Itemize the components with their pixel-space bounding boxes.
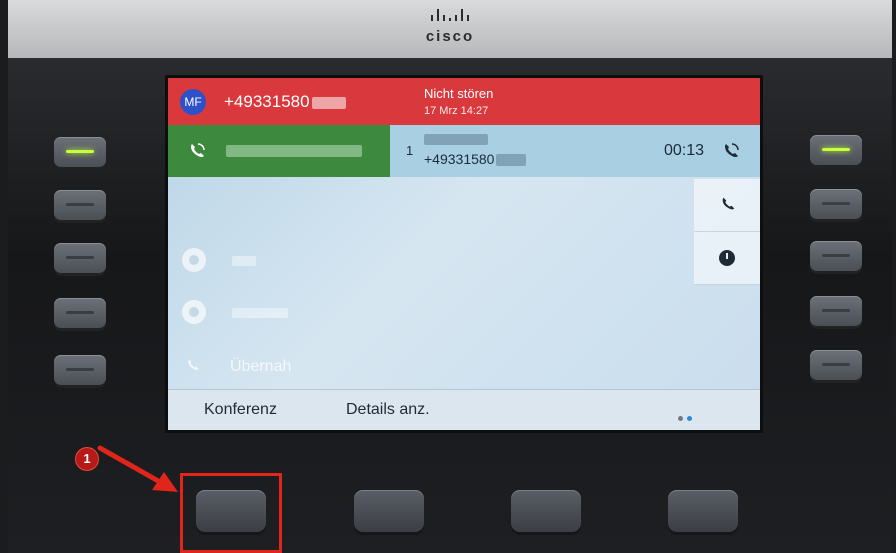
- call-number: +49331580: [424, 151, 527, 167]
- cisco-logo: cisco: [8, 8, 892, 45]
- line-2-label-redacted: [232, 256, 256, 266]
- call-index: 1: [406, 143, 414, 158]
- ring-icon: [182, 300, 206, 324]
- line-3-label-redacted: [232, 308, 288, 318]
- annotation-highlight-box: [180, 473, 282, 553]
- softkey-konferenz[interactable]: Konferenz: [204, 401, 277, 419]
- phone-top-bezel: cisco: [8, 0, 892, 60]
- softkey-button-4[interactable]: [668, 490, 738, 532]
- clock-icon: [719, 250, 735, 266]
- call-active-icon: [191, 143, 205, 158]
- softkey-details[interactable]: Details anz.: [346, 401, 430, 419]
- cisco-wordmark: cisco: [425, 28, 475, 45]
- call-timer: 00:13: [664, 142, 705, 159]
- active-call-info[interactable]: 1 +49331580 00:13: [390, 125, 760, 177]
- line-key-left-2[interactable]: [54, 190, 106, 220]
- line-key-right-1[interactable]: [810, 135, 862, 165]
- avatar: MF: [180, 89, 206, 115]
- softkey-bar: Konferenz Details anz.: [168, 389, 760, 430]
- line-1-label-redacted: [226, 145, 362, 157]
- annotation-step-badge: 1: [76, 448, 98, 470]
- line-key-left-1[interactable]: [54, 137, 106, 167]
- cisco-bars-icon: [429, 9, 471, 21]
- caller-number: +49331580: [224, 92, 346, 112]
- phone-screen: MF +49331580 Nicht stören 17 Mrz 14:27 1…: [168, 78, 760, 430]
- softkey-button-2[interactable]: [354, 490, 424, 532]
- status-time: 17 Mrz 14:27: [424, 105, 489, 117]
- call-button[interactable]: [694, 179, 760, 232]
- line-key-right-3[interactable]: [810, 241, 862, 271]
- line-key-right-4[interactable]: [810, 296, 862, 326]
- line-4-label[interactable]: Übernah: [230, 358, 291, 376]
- status-title: Nicht stören: [424, 86, 494, 101]
- ring-icon: [182, 248, 206, 272]
- phone-icon: [722, 197, 735, 210]
- line-key-right-2[interactable]: [810, 189, 862, 219]
- arrow-icon: [97, 445, 178, 492]
- line-key-left-5[interactable]: [54, 355, 106, 385]
- line-key-left-3[interactable]: [54, 243, 106, 273]
- line-key-left-4[interactable]: [54, 298, 106, 328]
- call-active-icon: [725, 143, 739, 158]
- page-indicator: [676, 408, 694, 426]
- recents-button[interactable]: [694, 232, 760, 285]
- redacted-digits: [311, 96, 346, 109]
- line-1-active[interactable]: [168, 125, 390, 177]
- line-key-right-5[interactable]: [810, 350, 862, 380]
- call-name-redacted: [424, 134, 488, 145]
- softkey-button-3[interactable]: [511, 490, 581, 532]
- header-bar: MF +49331580 Nicht stören 17 Mrz 14:27: [168, 78, 760, 125]
- phone-icon: [188, 359, 199, 370]
